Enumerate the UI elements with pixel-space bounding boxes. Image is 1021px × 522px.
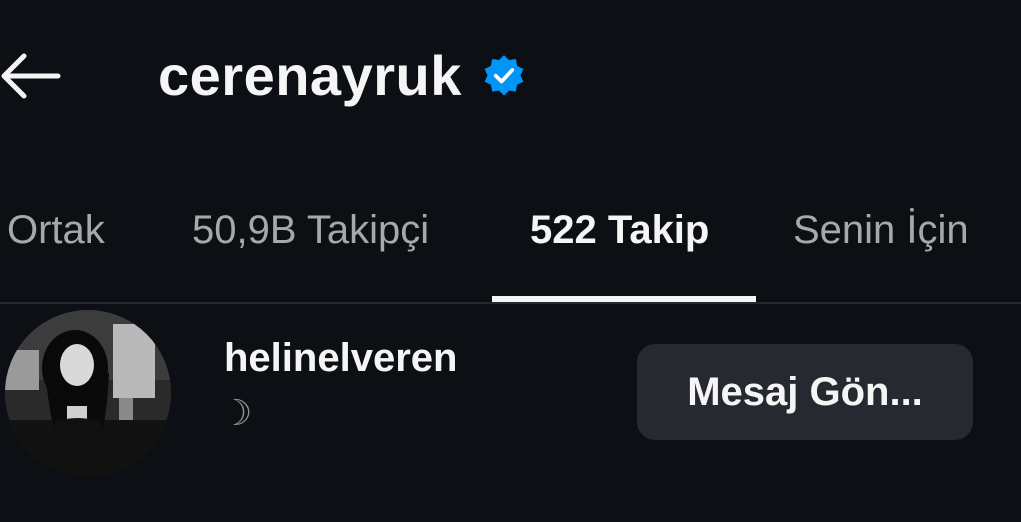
tab-senin-icin[interactable]: Senin İçin bbox=[793, 208, 969, 253]
verified-badge-icon bbox=[484, 55, 524, 96]
avatar-photo bbox=[5, 310, 171, 476]
send-message-button[interactable]: Mesaj Gön... bbox=[637, 344, 973, 440]
title-group: cerenayruk bbox=[158, 40, 526, 112]
tab-takip[interactable]: 522 Takip bbox=[530, 208, 709, 253]
tab-bar: Ortak 50,9B Takipçi 522 Takip Senin İçin bbox=[0, 196, 1021, 306]
avatar[interactable] bbox=[5, 310, 171, 476]
list-item-username[interactable]: helinelveren bbox=[224, 336, 457, 381]
profile-header: cerenayruk bbox=[0, 0, 1021, 150]
tab-ortak[interactable]: Ortak bbox=[7, 208, 105, 253]
back-arrow-icon bbox=[1, 53, 61, 99]
tab-takipci[interactable]: 50,9B Takipçi bbox=[192, 208, 429, 253]
list-item: helinelveren ☽ Mesaj Gön... bbox=[0, 306, 1021, 522]
list-item-note: ☽ bbox=[220, 392, 253, 433]
page-title: cerenayruk bbox=[158, 44, 462, 107]
tab-divider bbox=[0, 302, 1021, 304]
back-button[interactable] bbox=[0, 45, 62, 107]
